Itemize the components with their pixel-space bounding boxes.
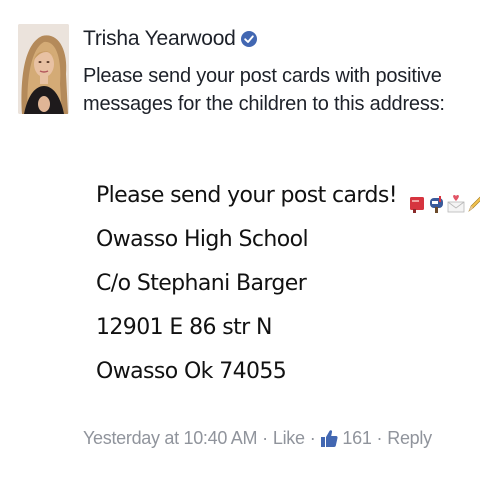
like-count[interactable]: 161: [342, 428, 371, 449]
comment-meta: Yesterday at 10:40 AM · Like · 161 · Rep…: [83, 428, 432, 449]
avatar[interactable]: [18, 24, 69, 114]
like-button[interactable]: Like: [273, 428, 305, 449]
separator-dot: ·: [262, 428, 268, 448]
address-heading: Please send your post cards!: [96, 183, 398, 208]
comment: Trisha Yearwood Please send your post ca…: [18, 24, 480, 464]
address-line: C/o Stephani Barger: [96, 271, 307, 296]
comment-text: Please send your post cards with positiv…: [83, 62, 463, 118]
comment-text-line: messages for the children to this addres…: [83, 93, 445, 115]
author-name[interactable]: Trisha Yearwood: [83, 27, 236, 51]
reply-button[interactable]: Reply: [387, 428, 432, 449]
verified-badge-icon: [240, 31, 257, 47]
separator-dot: ·: [309, 428, 316, 448]
pencil-icon: [466, 186, 480, 212]
author-row: Trisha Yearwood: [83, 26, 257, 52]
attached-image-text[interactable]: Please send your post cards! Owasso High…: [96, 174, 480, 394]
address-line: 12901 E 86 str N: [96, 315, 272, 340]
envelope-heart-icon: [447, 186, 465, 213]
comment-text-line: Please send your post cards with positiv…: [83, 65, 442, 87]
thumbs-up-icon[interactable]: [320, 429, 338, 448]
postcard-icon: [409, 186, 427, 213]
mailbox-icon: [428, 186, 446, 213]
timestamp-link[interactable]: Yesterday at 10:40 AM: [83, 428, 257, 449]
emoji-group: [409, 186, 480, 213]
address-line: Please send your post cards!: [96, 174, 480, 218]
profile-photo: [18, 24, 69, 114]
separator-dot: ·: [376, 428, 383, 448]
address-line: Owasso Ok 74055: [96, 359, 287, 384]
address-line: Owasso High School: [96, 227, 309, 252]
